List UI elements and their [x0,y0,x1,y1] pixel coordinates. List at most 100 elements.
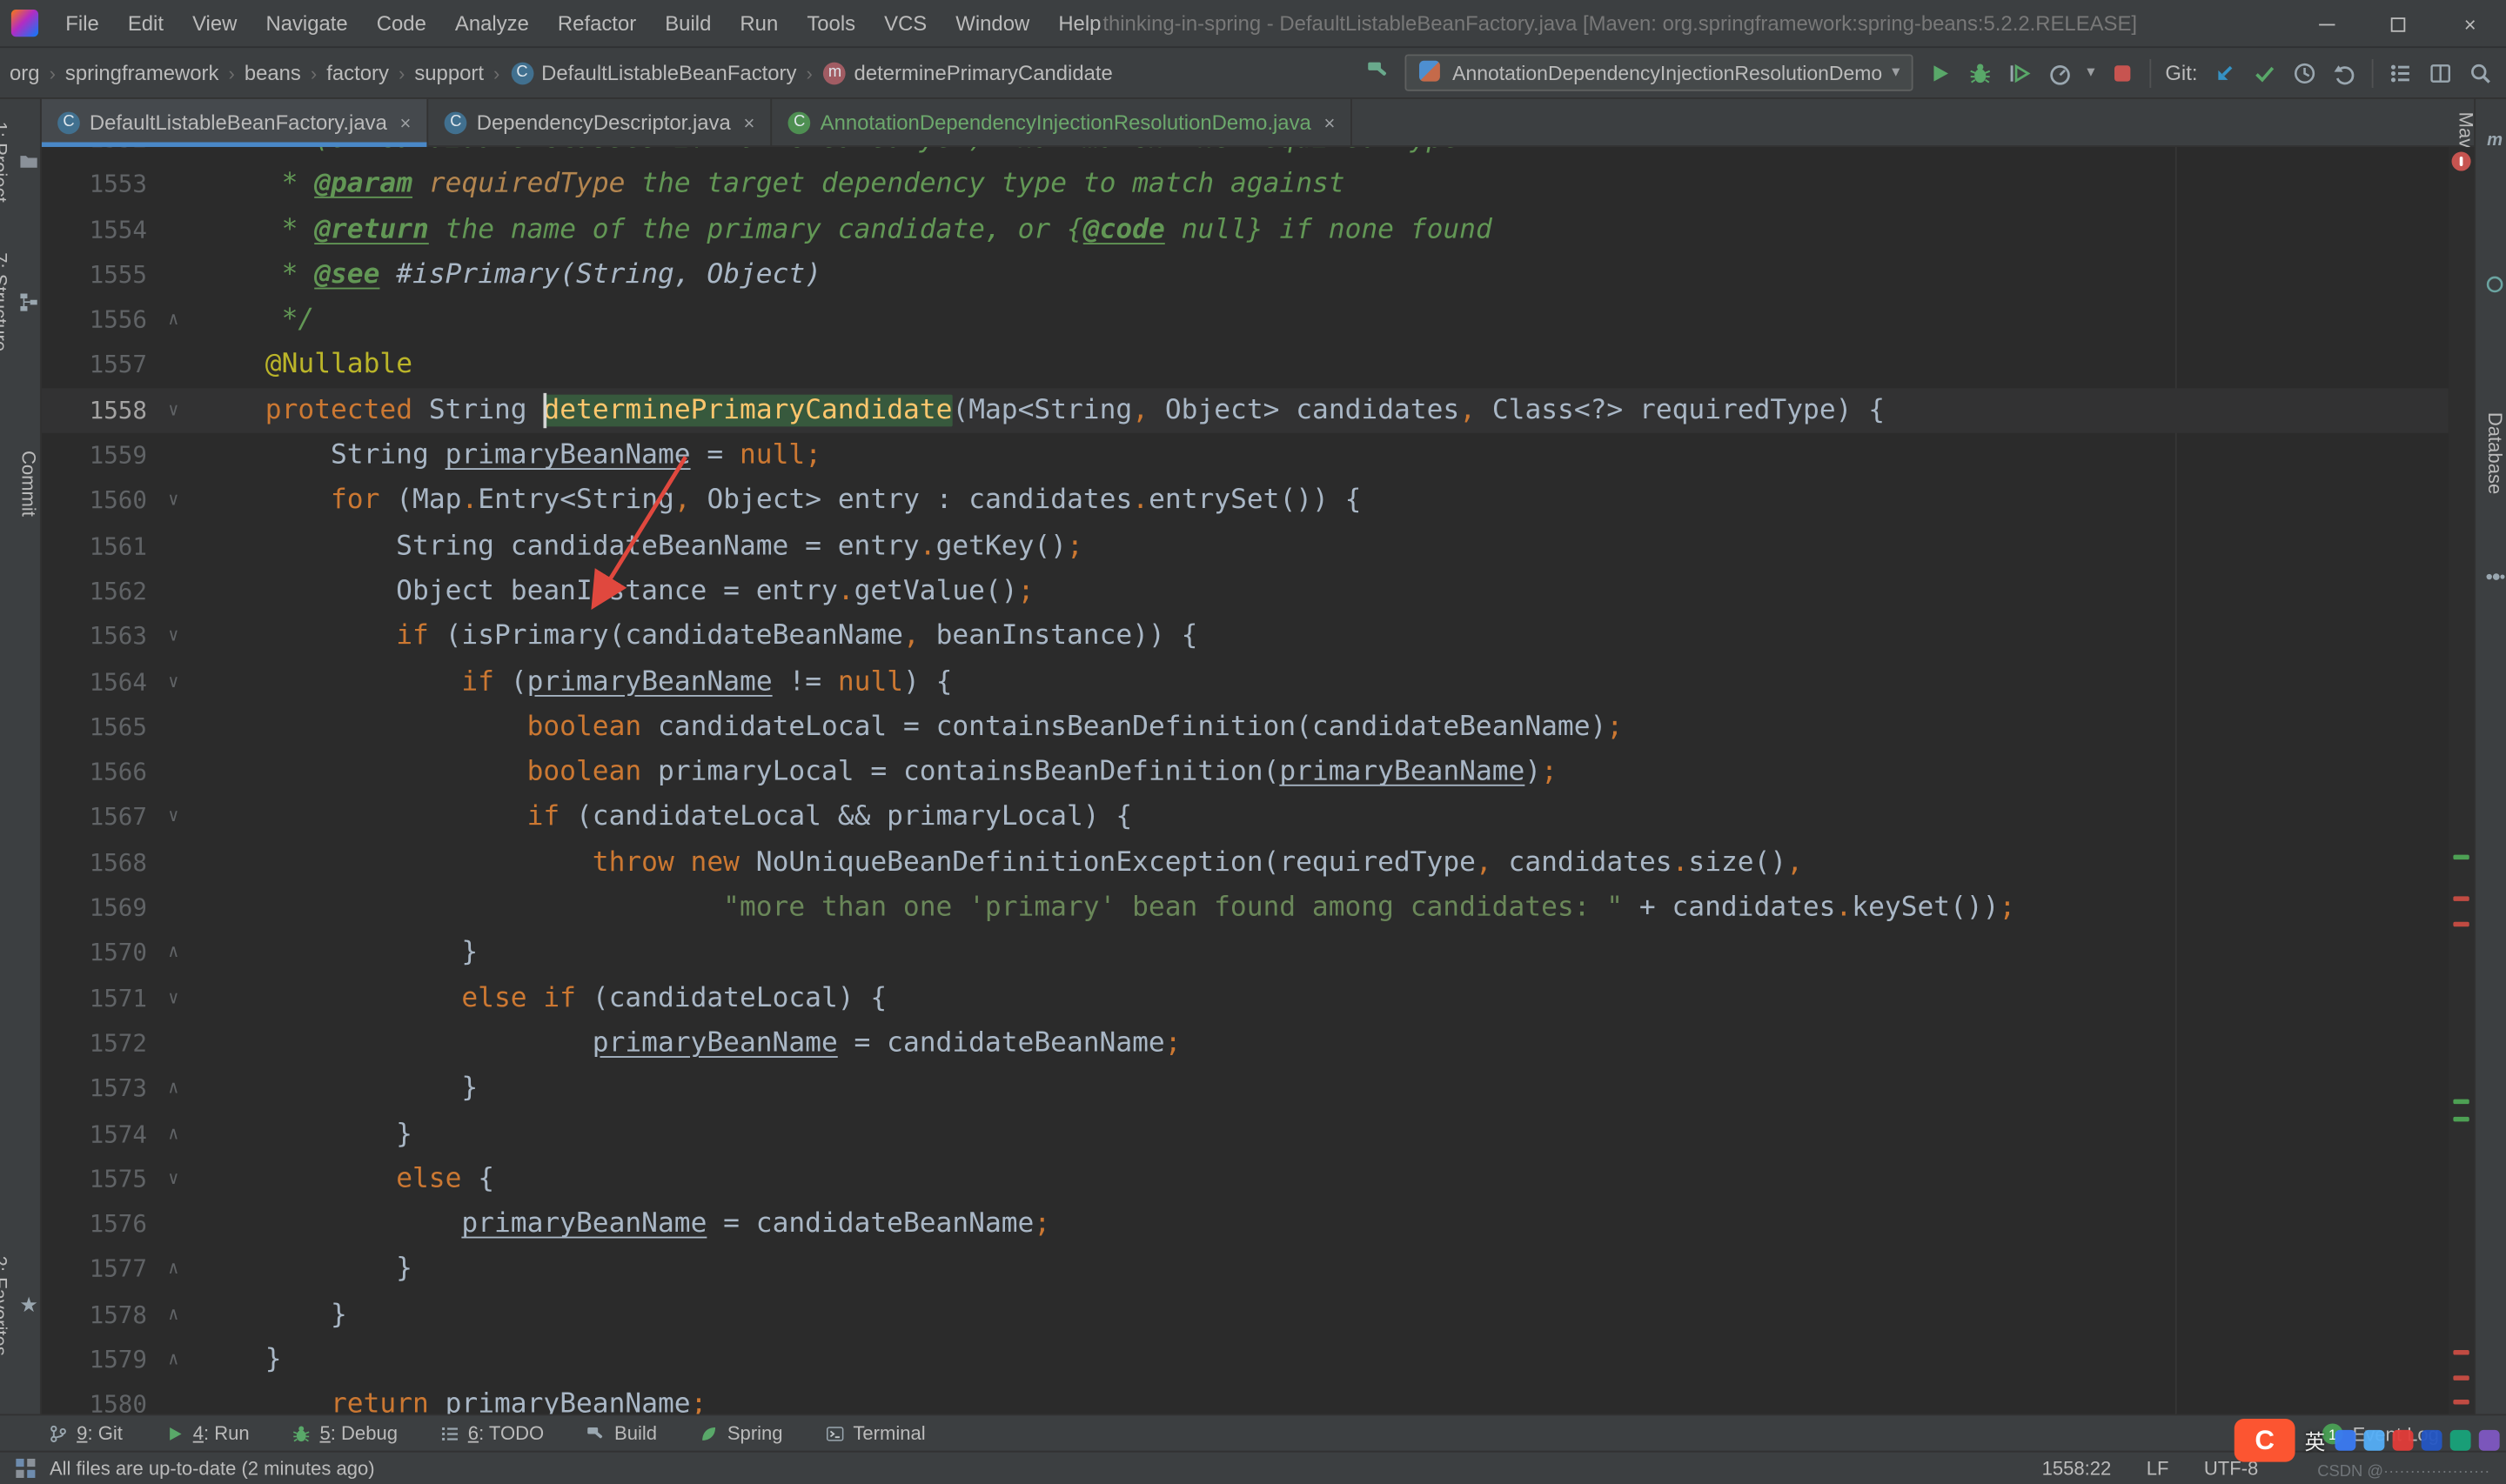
fold-down-icon[interactable]: ∨ [147,614,200,659]
menu-file[interactable]: File [51,10,114,35]
fold-up-icon[interactable]: ∧ [147,1292,200,1337]
menu-refactor[interactable]: Refactor [543,10,650,35]
tool-window-button-terminal[interactable]: Terminal [824,1422,926,1444]
line-separator-widget[interactable]: LF [2147,1457,2169,1480]
fold-down-icon[interactable]: ∨ [147,659,200,705]
error-stripe-mark[interactable] [2453,854,2469,860]
code-line[interactable]: 1561 String candidateBeanName = entry.ge… [42,524,2449,569]
stop-icon[interactable] [2109,60,2134,85]
menu-analyze[interactable]: Analyze [440,10,543,35]
error-stripe-mark[interactable] [2453,921,2469,927]
close-icon[interactable]: × [1324,111,1336,134]
tool-window-button-7-structure[interactable]: 7: Structure [0,252,40,351]
tab-annotationdependencyinjectionresolutiondemo-java[interactable]: C AnnotationDependencyInjectionResolution… [773,98,1353,146]
tool-window-button-5-debug[interactable]: 5: Debug [291,1422,398,1444]
menu-run[interactable]: Run [726,10,793,35]
changes-icon[interactable] [2388,60,2413,85]
code-line[interactable]: 1554 * @return the name of the primary c… [42,207,2449,252]
code-line[interactable]: 1558 ∨ protected String determinePrimaryC… [41,387,2449,433]
debug-icon[interactable] [1967,60,1993,85]
code-line[interactable]: 1555 * @see #isPrimary(String, Object) [42,252,2449,297]
fold-up-icon[interactable]: ∧ [147,1247,200,1292]
tool-window-button-2-favorites[interactable]: ★ 2: Favorites [0,1256,40,1356]
menu-code[interactable]: Code [362,10,440,35]
code-line[interactable]: 1552 * (or candidate classes if not crea… [42,147,2449,162]
code-line[interactable]: 1560 ∨ for (Map.Entry<String, Object> ent… [42,478,2449,524]
caret-position-widget[interactable]: 1558:22 [2042,1457,2112,1480]
tool-window-button-4-run[interactable]: 4: Run [164,1422,250,1444]
error-stripe-mark[interactable] [2453,896,2469,901]
menu-view[interactable]: View [178,10,251,35]
menu-tools[interactable]: Tools [793,10,870,35]
code-line[interactable]: 1575 ∨ else { [42,1156,2449,1201]
code-line[interactable]: 1574 ∧ } [42,1112,2449,1157]
code-line[interactable]: 1557 @Nullable [42,343,2449,388]
breadcrumb-item-support[interactable]: support [414,61,484,85]
code-line[interactable]: 1559 String primaryBeanName = null; [42,433,2449,478]
fold-down-icon[interactable]: ∨ [147,1156,200,1201]
code-line[interactable]: 1566 boolean primaryLocal = containsBean… [42,750,2449,795]
code-line[interactable]: 1556 ∧ */ [42,297,2449,343]
code-line[interactable]: 1571 ∨ else if (candidateLocal) { [42,976,2449,1021]
minimize-button[interactable] [2290,0,2362,48]
code-line[interactable]: 1553 * @param requiredType the target de… [42,162,2449,207]
fold-down-icon[interactable]: ∨ [147,795,200,840]
chevron-down-icon[interactable]: ▾ [2087,64,2094,81]
tab-dependencydescriptor-java[interactable]: C DependencyDescriptor.java × [429,98,773,146]
inspection-error-icon[interactable] [2451,151,2471,171]
error-stripe-mark[interactable] [2453,1375,2469,1380]
code-line[interactable]: 1576 primaryBeanName = candidateBeanName… [42,1201,2449,1247]
breadcrumb-item-determineprimarycandidate[interactable]: m determinePrimaryCandidate [822,60,1113,85]
error-stripe-mark[interactable] [2453,1350,2469,1355]
code-line[interactable]: 1577 ∧ } [42,1247,2449,1292]
update-project-icon[interactable] [2212,60,2237,85]
maximize-button[interactable] [2362,0,2435,48]
tool-window-button-9-git[interactable]: 9: Git [48,1422,123,1444]
rollback-icon[interactable] [2332,60,2357,85]
tool-window-button-ant[interactable]: Ant [2455,563,2506,592]
fold-up-icon[interactable]: ∧ [147,1112,200,1157]
fold-up-icon[interactable]: ∧ [147,1337,200,1382]
code-line[interactable]: 1573 ∧ } [42,1066,2449,1112]
code-editor[interactable]: 1552 * (or candidate classes if not crea… [41,146,2449,1414]
error-stripe-mark[interactable] [2453,1099,2469,1105]
code-line[interactable]: 1569 "more than one 'primary' bean found… [42,886,2449,931]
tool-window-button-maven[interactable]: m Maven [2455,112,2506,170]
tab-defaultlistablebeanfactory-java[interactable]: C DefaultListableBeanFactory.java × [41,98,429,147]
search-everywhere-icon[interactable] [2468,60,2493,85]
fold-down-icon[interactable]: ∨ [147,388,200,433]
menu-edit[interactable]: Edit [113,10,178,35]
fold-up-icon[interactable]: ∧ [147,297,200,343]
tool-window-button-1-project[interactable]: 1: Project [0,122,40,203]
coverage-icon[interactable] [2007,60,2032,85]
hammer-icon[interactable] [1364,57,1390,83]
tool-window-button-spring[interactable]: Spring [699,1422,783,1444]
breadcrumb-item-springframework[interactable]: springframework [65,61,218,85]
code-line[interactable]: 1580 return primaryBeanName; [42,1382,2449,1414]
menu-window[interactable]: Window [941,10,1044,35]
menu-build[interactable]: Build [651,10,726,35]
breadcrumb-item-factory[interactable]: factory [326,61,389,85]
code-line[interactable]: 1567 ∨ if (candidateLocal && primaryLocal… [42,795,2449,840]
history-icon[interactable] [2292,60,2317,85]
code-line[interactable]: 1564 ∨ if (primaryBeanName != null) { [42,659,2449,705]
tool-window-button-restfultool[interactable]: RestfulTool [2455,237,2506,331]
code-line[interactable]: 1563 ∨ if (isPrimary(candidateBeanName, b… [42,614,2449,659]
menu-navigate[interactable]: Navigate [251,10,362,35]
code-line[interactable]: 1570 ∧ } [42,931,2449,976]
close-icon[interactable]: × [743,111,754,134]
profiler-icon[interactable] [2047,60,2072,85]
fold-down-icon[interactable]: ∨ [147,478,200,524]
breadcrumb-item-defaultlistablebeanfactory[interactable]: C DefaultListableBeanFactory [509,60,796,85]
code-line[interactable]: 1568 throw new NoUniqueBeanDefinitionExc… [42,840,2449,886]
close-icon[interactable]: × [400,111,412,134]
code-line[interactable]: 1572 primaryBeanName = candidateBeanName… [42,1021,2449,1066]
run-configuration-select[interactable]: AnnotationDependencyInjectionResolutionD… [1404,54,1913,91]
commit-icon[interactable] [2252,60,2277,85]
fold-up-icon[interactable]: ∧ [147,1066,200,1112]
breadcrumb-item-beans[interactable]: beans [245,61,301,85]
code-line[interactable]: 1579 ∧ } [42,1337,2449,1382]
tool-window-button-database[interactable]: Database [2476,412,2506,494]
fold-up-icon[interactable]: ∧ [147,931,200,976]
close-button[interactable]: × [2434,0,2506,48]
